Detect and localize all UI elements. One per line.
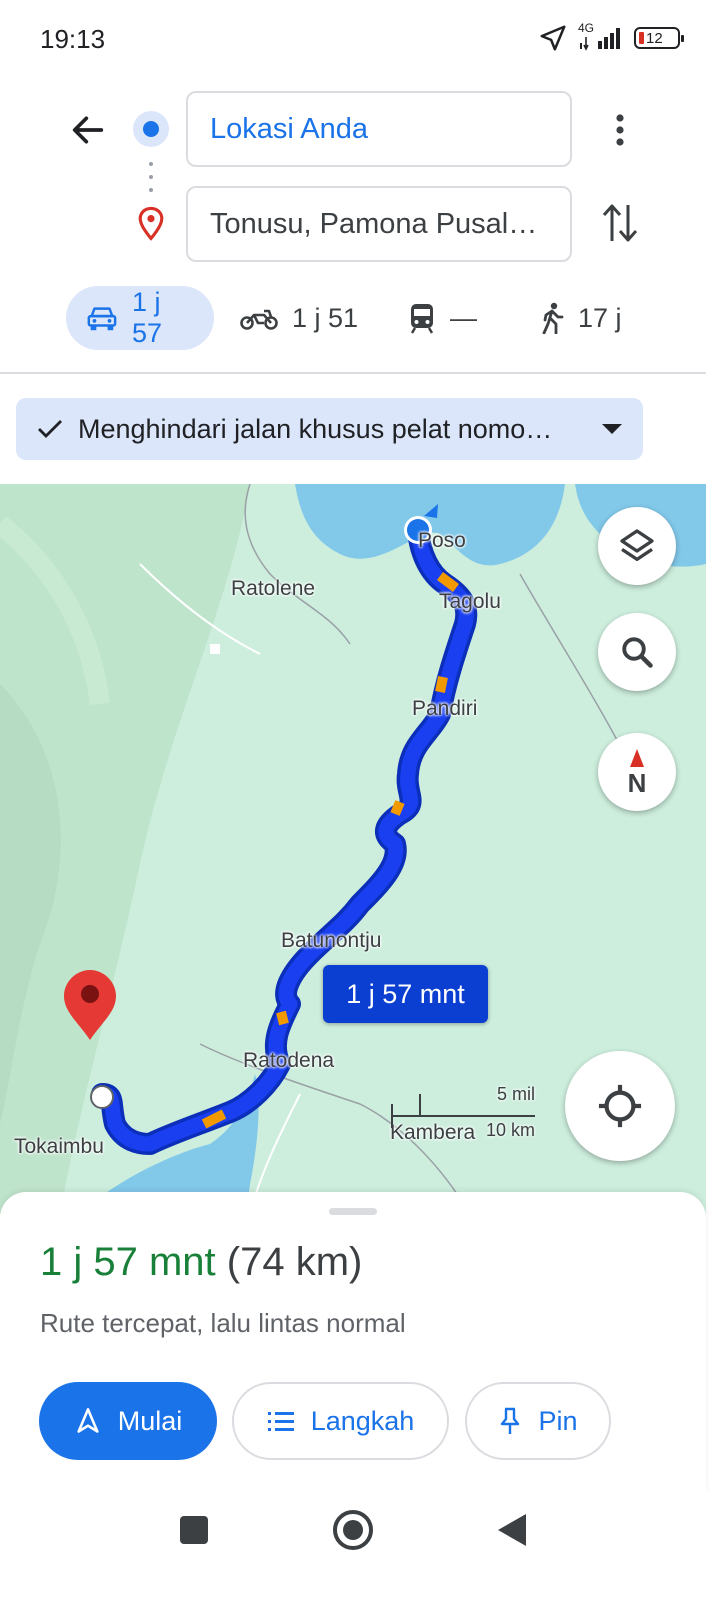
place-label-poso: Poso	[418, 529, 466, 552]
my-location-button[interactable]	[565, 1051, 675, 1161]
route-summary-sheet: 1 j 57 mnt (74 km) Rute tercepat, lalu l…	[0, 1192, 706, 1492]
route-options-chip[interactable]: Menghindari jalan khusus pelat nomo…	[16, 398, 643, 460]
mode-tab-walking[interactable]: 17 j	[540, 286, 622, 350]
mode-tab-motorcycle[interactable]: 1 j 51	[240, 286, 358, 350]
mode-transit-label: —	[450, 302, 477, 333]
motorcycle-icon	[240, 309, 278, 330]
mode-walking-label: 17 j	[578, 302, 622, 333]
layers-icon	[620, 529, 654, 561]
start-button-label: Mulai	[117, 1405, 183, 1436]
start-button[interactable]: Mulai	[39, 1382, 217, 1460]
more-vert-icon	[616, 114, 624, 146]
battery-level: 12	[646, 29, 663, 47]
compass-icon: N	[628, 749, 647, 797]
map-view[interactable]: Poso Tagolu Ratolene Pandiri Batunontju …	[0, 484, 706, 1214]
place-label-tokaimbu: Tokaimbu	[14, 1135, 104, 1158]
sheet-drag-handle[interactable]	[329, 1208, 377, 1215]
mode-tab-transit[interactable]: —	[408, 286, 477, 350]
scale-metric: 10 km	[485, 1120, 535, 1140]
summary-duration: 1 j 57 mnt	[40, 1240, 216, 1284]
origin-input[interactable]: Lokasi Anda	[186, 91, 572, 167]
swap-icon	[602, 204, 638, 242]
signal-icon: 4G	[578, 21, 624, 53]
steps-button-label: Langkah	[310, 1405, 415, 1436]
summary-distance: (74 km)	[226, 1240, 363, 1284]
recents-button[interactable]	[164, 1500, 224, 1560]
route-connector-dots	[149, 162, 153, 192]
walk-icon	[542, 302, 564, 334]
map-scale: 5 mil 10 km	[390, 1084, 535, 1144]
mode-tab-driving[interactable]: 1 j 57	[66, 286, 214, 350]
place-label-tagolu: Tagolu	[439, 590, 501, 613]
place-label-pandiri: Pandiri	[412, 697, 478, 720]
more-options-button[interactable]	[600, 110, 640, 150]
back-button[interactable]	[64, 108, 112, 152]
destination-input[interactable]: Tonusu, Pamona Pusal…	[186, 186, 572, 262]
place-label-ratolene: Ratolene	[231, 577, 316, 600]
navigation-icon	[77, 1408, 99, 1433]
status-bar: 19:13 4G 12	[0, 0, 720, 78]
train-icon	[410, 304, 434, 334]
home-button[interactable]	[323, 1500, 383, 1560]
origin-dot-icon	[133, 111, 169, 147]
mode-driving-label: 1 j 57	[131, 287, 162, 348]
search-icon	[622, 637, 653, 668]
layers-button[interactable]	[598, 507, 676, 585]
place-label-batunontju: Batunontju	[281, 929, 382, 952]
status-icons: 4G 12	[538, 20, 684, 56]
swap-button[interactable]	[597, 200, 643, 246]
my-location-icon	[598, 1084, 642, 1128]
home-icon	[333, 1510, 373, 1550]
mode-motorcycle-label: 1 j 51	[292, 302, 359, 333]
recents-icon	[180, 1516, 208, 1544]
steps-button[interactable]: Langkah	[232, 1382, 449, 1460]
dropdown-arrow-icon	[602, 424, 622, 434]
battery-icon: 12	[634, 27, 684, 49]
pin-icon	[501, 1407, 520, 1434]
status-time: 19:13	[40, 24, 106, 54]
route-description: Rute tercepat, lalu lintas normal	[40, 1308, 406, 1338]
back-triangle-icon	[498, 1514, 526, 1546]
pin-button-label: Pin	[538, 1405, 578, 1436]
compass-button[interactable]: N	[598, 733, 676, 811]
route-duration-badge[interactable]: 1 j 57 mnt	[323, 965, 488, 1023]
system-navigation-bar	[0, 1492, 720, 1600]
destination-pin-icon	[138, 206, 164, 241]
search-map-button[interactable]	[598, 613, 676, 691]
place-label-ratodena: Ratodena	[243, 1049, 335, 1072]
check-icon	[38, 420, 62, 438]
route-options-label: Menghindari jalan khusus pelat nomo…	[78, 413, 553, 444]
travel-mode-tabs: 1 j 57 1 j 51 — 17 j	[0, 286, 720, 350]
location-arrow-icon	[540, 25, 566, 51]
system-back-button[interactable]	[482, 1500, 542, 1560]
car-icon	[87, 307, 117, 331]
svg-text:N: N	[628, 768, 647, 797]
back-arrow-icon	[72, 116, 104, 144]
pin-button[interactable]: Pin	[465, 1382, 611, 1460]
list-icon	[267, 1412, 294, 1431]
route-summary: 1 j 57 mnt (74 km)	[40, 1240, 362, 1285]
header-divider	[0, 372, 706, 374]
